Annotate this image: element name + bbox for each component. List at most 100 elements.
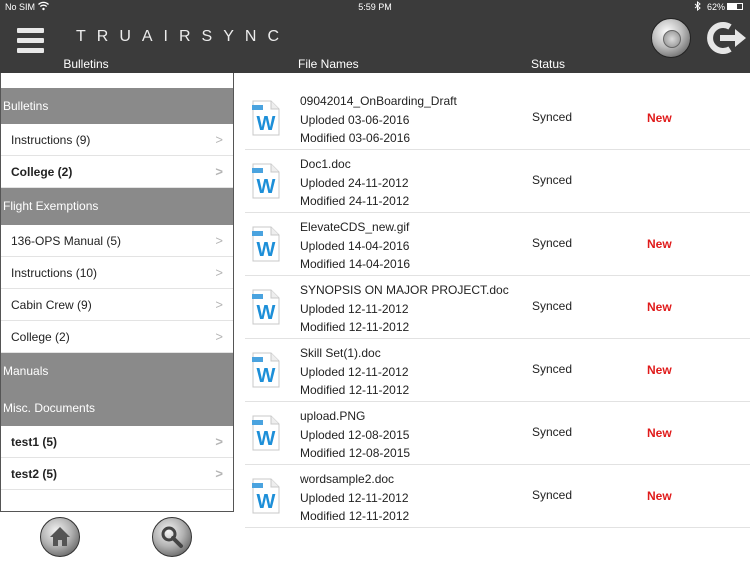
file-row[interactable]: W SYNOPSIS ON MAJOR PROJECT.doc Uploded 12… (245, 276, 750, 339)
svg-text:W: W (257, 239, 276, 261)
file-details: ElevateCDS_new.gif Uploded 14-04-2016 Modi… (300, 218, 410, 274)
svg-text:W: W (257, 176, 276, 198)
file-row[interactable]: W ElevateCDS_new.gif Uploded 14-04-2016 Mod… (245, 213, 750, 276)
sidebar-item[interactable]: 136-OPS Manual (5) > (1, 225, 233, 257)
sidebar-item[interactable]: test2 (5) > (1, 458, 233, 490)
sidebar-item-label: Instructions (10) (11, 266, 98, 280)
file-uploaded-date: Uploded 03-06-2016 (300, 112, 410, 127)
battery-percent: 62% (707, 2, 726, 12)
file-name: Skill Set(1).doc (300, 346, 381, 360)
file-list[interactable]: W 09042014_OnBoarding_Draft Uploded 03-06-… (245, 87, 750, 528)
svg-text:W: W (257, 365, 276, 387)
bluetooth-icon (694, 0, 701, 13)
new-badge: New (647, 363, 672, 377)
file-modified-date: Modified 12-11-2012 (300, 320, 410, 334)
file-row[interactable]: Wupload.PNG Uploded 12-08-2015 Modified 12… (245, 402, 750, 465)
file-row[interactable]: W 09042014_OnBoarding_Draft Uploded 03-06-… (245, 87, 750, 150)
file-name: ElevateCDS_new.gif (300, 220, 410, 234)
word-document-icon: W (251, 100, 281, 136)
file-uploaded-date: Uploded 12-08-2015 (300, 427, 410, 442)
new-badge: New (647, 237, 672, 251)
file-uploaded-date: Uploded 24-11-2012 (300, 175, 409, 190)
svg-text:W: W (257, 491, 276, 513)
file-names-column-header: File Names (298, 57, 359, 71)
sidebar-item-label: College (2) (11, 330, 70, 344)
app-header: TRUAIRSYNC Bulletins File Names Status (0, 14, 750, 73)
svg-text:W: W (257, 302, 276, 324)
chevron-right-icon: > (215, 329, 223, 344)
hamburger-menu-icon[interactable] (17, 28, 44, 54)
section-header-flight-exemptions[interactable]: Flight Exemptions (1, 188, 233, 225)
file-status: Synced (532, 236, 573, 250)
chevron-right-icon: > (215, 233, 223, 248)
file-details: SYNOPSIS ON MAJOR PROJECT.doc Uploded 12-… (300, 281, 509, 337)
file-details: Doc1.doc Uploded 24-11-2012 Modified 24-11… (300, 155, 409, 211)
file-details: Skill Set(1).doc Uploded 12-11-2012 Modifi… (300, 344, 409, 400)
new-badge: New (647, 111, 672, 125)
sidebar-item-label: test2 (5) (11, 467, 58, 481)
search-icon[interactable] (152, 517, 192, 557)
new-badge: New (647, 489, 672, 503)
chevron-right-icon: > (215, 164, 223, 179)
chevron-right-icon: > (215, 132, 223, 147)
chevron-right-icon: > (215, 466, 223, 481)
app-title: TRUAIRSYNC (76, 28, 291, 45)
word-document-icon: W (251, 352, 281, 388)
sidebar-item[interactable]: Cabin Crew (9) > (1, 289, 233, 321)
file-name: Doc1.doc (300, 157, 351, 171)
section-header-manuals[interactable]: Manuals (1, 353, 233, 390)
section-header-bulletins[interactable]: Bulletins (1, 88, 233, 124)
sidebar-item[interactable]: College (2) > (1, 156, 233, 188)
sidebar-item-label: test1 (5) (11, 435, 58, 449)
sidebar-item-label: 136-OPS Manual (5) (11, 234, 122, 248)
file-modified-date: Modified 24-11-2012 (300, 194, 410, 208)
bulletins-column-header: Bulletins (63, 57, 109, 71)
svg-text:W: W (257, 428, 276, 450)
file-name: 09042014_OnBoarding_Draft (300, 94, 457, 108)
file-status: Synced (532, 299, 573, 313)
file-uploaded-date: Uploded 12-11-2012 (300, 490, 409, 505)
section-header-misc-documents[interactable]: Misc. Documents (1, 390, 233, 426)
status-bar: No SIM 5:59 PM 62% (0, 0, 750, 14)
file-row[interactable]: Wwordsample2.doc Uploded 12-11-2012 Modifi… (245, 465, 750, 528)
sidebar-item[interactable]: Instructions (10) > (1, 257, 233, 289)
status-column-header: Status (531, 57, 566, 71)
home-icon[interactable] (40, 517, 80, 557)
file-status: Synced (532, 173, 573, 187)
word-document-icon: W (251, 163, 281, 199)
file-row[interactable]: W Skill Set(1).doc Uploded 12-11-2012 Modif… (245, 339, 750, 402)
sidebar[interactable]: Bulletins Instructions (9) > College (2)… (0, 73, 234, 512)
word-document-icon: W (251, 289, 281, 325)
sidebar-item[interactable]: Instructions (9) > (1, 124, 233, 156)
clock: 5:59 PM (358, 2, 392, 12)
settings-knob-icon[interactable] (651, 18, 691, 58)
sidebar-item[interactable]: test1 (5) > (1, 426, 233, 458)
file-modified-date: Modified 12-08-2015 (300, 446, 411, 460)
word-document-icon: W (251, 415, 281, 451)
file-details: 09042014_OnBoarding_Draft Uploded 03-06-2… (300, 92, 457, 148)
file-status: Synced (532, 488, 573, 502)
chevron-right-icon: > (215, 265, 223, 280)
logout-icon[interactable] (703, 18, 747, 58)
file-uploaded-date: Uploded 12-11-2012 (300, 364, 409, 379)
battery-icon (727, 3, 743, 10)
file-modified-date: Modified 03-06-2016 (300, 131, 411, 145)
sidebar-item-label: College (2) (11, 165, 73, 179)
file-row[interactable]: W Doc1.doc Uploded 24-11-2012 Modified 24-1… (245, 150, 750, 213)
file-modified-date: Modified 12-11-2012 (300, 383, 410, 397)
file-status: Synced (532, 110, 573, 124)
chevron-right-icon: > (215, 297, 223, 312)
file-details: upload.PNG Uploded 12-08-2015 Modified 12-… (300, 407, 410, 463)
file-details: wordsample2.doc Uploded 12-11-2012 Modifie… (300, 470, 409, 526)
file-status: Synced (532, 362, 573, 376)
file-uploaded-date: Uploded 14-04-2016 (300, 238, 410, 253)
file-name: upload.PNG (300, 409, 366, 423)
new-badge: New (647, 426, 672, 440)
word-document-icon: W (251, 226, 281, 262)
sidebar-item[interactable]: College (2) > (1, 321, 233, 353)
file-name: wordsample2.doc (300, 472, 395, 486)
file-modified-date: Modified 12-11-2012 (300, 509, 410, 523)
file-status: Synced (532, 425, 573, 439)
word-document-icon: W (251, 478, 281, 514)
